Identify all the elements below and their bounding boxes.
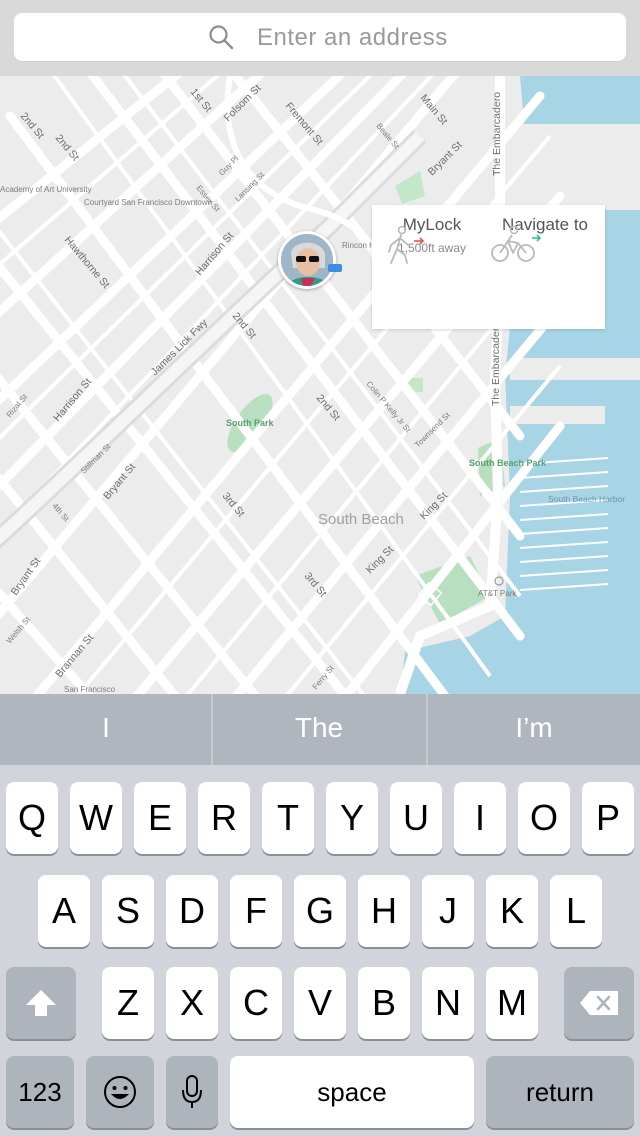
destination-popup: MyLock 1,500ft away Navigate to: [372, 205, 605, 329]
key-f[interactable]: F: [230, 875, 282, 947]
key-s[interactable]: S: [102, 875, 154, 947]
bicycle-icon: [491, 225, 542, 262]
key-x[interactable]: X: [166, 967, 218, 1039]
street-label: San Francisco: [64, 685, 116, 694]
suggestion-1[interactable]: I: [0, 694, 212, 765]
walking-person-icon: [388, 225, 425, 264]
neighborhood-label: South Beach: [318, 511, 404, 528]
key-d[interactable]: D: [166, 875, 218, 947]
key-r[interactable]: R: [198, 782, 250, 854]
key-v[interactable]: V: [294, 967, 346, 1039]
park-label: South Beach Park: [469, 458, 547, 468]
key-c[interactable]: C: [230, 967, 282, 1039]
keyboard-suggestion-bar: I The I’m: [0, 694, 640, 765]
key-p[interactable]: P: [582, 782, 634, 854]
key-q[interactable]: Q: [6, 782, 58, 854]
key-a[interactable]: A: [38, 875, 90, 947]
key-o[interactable]: O: [518, 782, 570, 854]
user-avatar-marker[interactable]: [278, 231, 336, 289]
poi-label: AT&T Park: [478, 589, 517, 598]
map-canvas: 2nd St 2nd St 1st St Folsom St Fremont S…: [0, 76, 640, 694]
numbers-key[interactable]: 123: [6, 1056, 74, 1128]
key-u[interactable]: U: [390, 782, 442, 854]
shift-arrow-icon: [26, 990, 56, 1016]
mylock-option[interactable]: MyLock 1,500ft away: [382, 205, 482, 329]
street-label: 4th St: [50, 502, 71, 524]
search-bar-container: Enter an address: [0, 0, 640, 76]
map-view[interactable]: 2nd St 2nd St 1st St Folsom St Fremont S…: [0, 76, 640, 694]
key-k[interactable]: K: [486, 875, 538, 947]
key-z[interactable]: Z: [102, 967, 154, 1039]
key-j[interactable]: J: [422, 875, 474, 947]
key-y[interactable]: Y: [326, 782, 378, 854]
dictation-key[interactable]: [166, 1056, 218, 1128]
key-n[interactable]: N: [422, 967, 474, 1039]
street-label: Bryant St: [9, 555, 44, 597]
key-e[interactable]: E: [134, 782, 186, 854]
key-i[interactable]: I: [454, 782, 506, 854]
key-w[interactable]: W: [70, 782, 122, 854]
address-search-field[interactable]: Enter an address: [14, 13, 626, 61]
key-l[interactable]: L: [550, 875, 602, 947]
poi-label: Courtyard San Francisco Downtown: [84, 198, 212, 207]
suggestion-3[interactable]: I’m: [428, 694, 640, 765]
street-label: The Embarcadero: [490, 322, 502, 406]
on-screen-keyboard: Q W E R T Y U I O P A S D F G H J K L Z …: [0, 765, 640, 1136]
return-key[interactable]: return: [486, 1056, 634, 1128]
microphone-icon: [182, 1075, 202, 1108]
delete-key[interactable]: [564, 967, 634, 1039]
street-label: Bryant St: [426, 139, 465, 178]
street-label: The Embarcadero: [491, 92, 503, 176]
avatar: [281, 234, 333, 286]
key-m[interactable]: M: [486, 967, 538, 1039]
search-placeholder: Enter an address: [257, 24, 448, 51]
emoji-icon: [104, 1076, 136, 1108]
search-icon: [209, 25, 234, 50]
shift-key[interactable]: [6, 967, 76, 1039]
location-arrow-icon: [328, 264, 342, 272]
key-g[interactable]: G: [294, 875, 346, 947]
navigate-to-option[interactable]: Navigate to: [490, 205, 600, 329]
space-key[interactable]: space: [230, 1056, 474, 1128]
key-t[interactable]: T: [262, 782, 314, 854]
harbor-label: South Beach Harbor: [548, 494, 625, 504]
suggestion-2[interactable]: The: [213, 694, 425, 765]
key-b[interactable]: B: [358, 967, 410, 1039]
backspace-icon: [580, 991, 618, 1015]
park-label: South Park: [226, 418, 275, 428]
key-h[interactable]: H: [358, 875, 410, 947]
emoji-key[interactable]: [86, 1056, 154, 1128]
poi-label: Academy of Art University: [0, 185, 92, 194]
